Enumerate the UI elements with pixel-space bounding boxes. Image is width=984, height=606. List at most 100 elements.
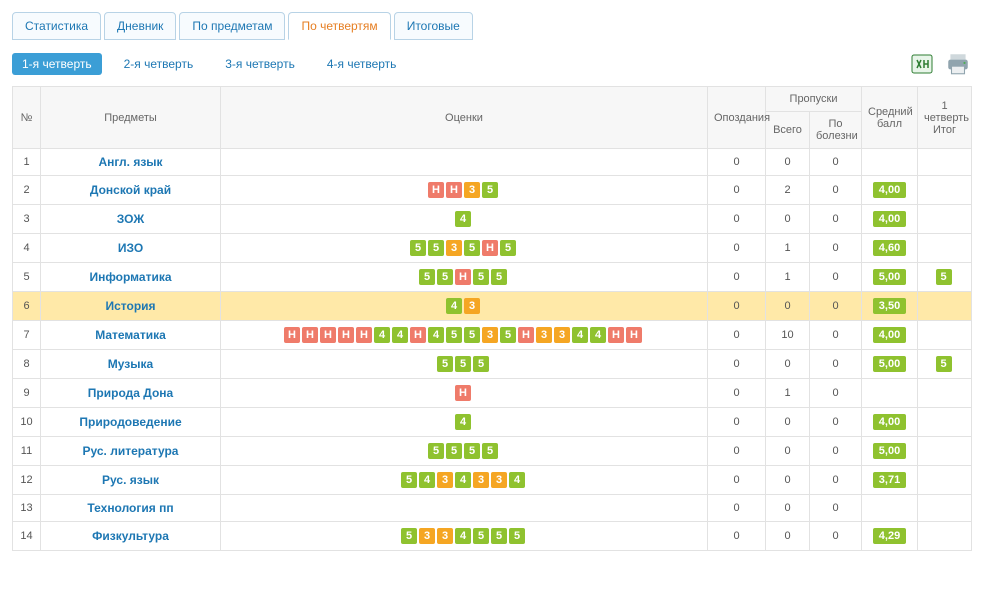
header-final: 1 четверть Итог xyxy=(918,87,972,149)
cell-final xyxy=(918,379,972,408)
table-row: 10Природоведение40004,00 xyxy=(13,408,972,437)
tab-3[interactable]: По четвертям xyxy=(288,12,390,40)
cell-marks: 4 xyxy=(221,408,708,437)
cell-abs_ill: 0 xyxy=(810,149,862,176)
cell-subject: Рус. язык xyxy=(41,466,221,495)
cell-marks xyxy=(221,495,708,522)
cell-avg: 3,50 xyxy=(862,292,918,321)
cell-abs_total: 1 xyxy=(766,263,810,292)
table-row: 4ИЗО5535Н50104,60 xyxy=(13,234,972,263)
mark-badge: 5 xyxy=(446,327,462,343)
avg-badge: 5,00 xyxy=(873,356,906,372)
mark-badge: 3 xyxy=(446,240,462,256)
avg-badge: 4,00 xyxy=(873,414,906,430)
avg-badge: 5,00 xyxy=(873,443,906,459)
mark-badge: 5 xyxy=(437,269,453,285)
cell-subject: Математика xyxy=(41,321,221,350)
header-marks: Оценки xyxy=(221,87,708,149)
avg-badge: 4,00 xyxy=(873,211,906,227)
table-row: 6История430003,50 xyxy=(13,292,972,321)
subject-link[interactable]: Физкультура xyxy=(92,529,169,543)
subtab-quarter-4[interactable]: 4-я четверть xyxy=(317,53,407,75)
subject-link[interactable]: Информатика xyxy=(89,270,171,284)
tab-4[interactable]: Итоговые xyxy=(394,12,473,40)
cell-num: 10 xyxy=(13,408,41,437)
cell-avg: 3,71 xyxy=(862,466,918,495)
subject-link[interactable]: Музыка xyxy=(108,357,153,371)
mark-badge: 4 xyxy=(590,327,606,343)
mark-badge: 5 xyxy=(491,269,507,285)
table-row: 9Природа ДонаН010 xyxy=(13,379,972,408)
excel-icon[interactable] xyxy=(908,50,936,78)
subject-link[interactable]: ЗОЖ xyxy=(117,212,144,226)
cell-subject: ИЗО xyxy=(41,234,221,263)
mark-badge: 3 xyxy=(437,472,453,488)
cell-marks: 5334555 xyxy=(221,522,708,551)
subject-link[interactable]: Рус. литература xyxy=(83,444,179,458)
cell-abs_ill: 0 xyxy=(810,522,862,551)
cell-abs_ill: 0 xyxy=(810,292,862,321)
mark-badge: 5 xyxy=(500,240,516,256)
mark-badge: 4 xyxy=(572,327,588,343)
subject-link[interactable]: Природоведение xyxy=(79,415,181,429)
mark-badge: Н xyxy=(320,327,336,343)
cell-num: 7 xyxy=(13,321,41,350)
mark-badge: 5 xyxy=(473,356,489,372)
cell-marks: НН35 xyxy=(221,176,708,205)
mark-badge: 5 xyxy=(410,240,426,256)
subject-link[interactable]: Математика xyxy=(95,328,166,342)
cell-late: 0 xyxy=(708,205,766,234)
mark-badge: 5 xyxy=(473,528,489,544)
subject-link[interactable]: Технология пп xyxy=(87,501,173,515)
subject-link[interactable]: Природа Дона xyxy=(88,386,173,400)
cell-marks: 555 xyxy=(221,350,708,379)
cell-final: 5 xyxy=(918,263,972,292)
cell-marks: 55Н55 xyxy=(221,263,708,292)
cell-late: 0 xyxy=(708,408,766,437)
subject-link[interactable]: История xyxy=(105,299,155,313)
table-row: 14Физкультура53345550004,29 xyxy=(13,522,972,551)
subtab-quarter-2[interactable]: 2-я четверть xyxy=(114,53,204,75)
cell-marks: 5555 xyxy=(221,437,708,466)
cell-num: 9 xyxy=(13,379,41,408)
cell-abs_total: 0 xyxy=(766,350,810,379)
mark-badge: 3 xyxy=(437,528,453,544)
cell-abs_total: 0 xyxy=(766,495,810,522)
header-subject: Предметы xyxy=(41,87,221,149)
tab-0[interactable]: Статистика xyxy=(12,12,101,40)
subject-link[interactable]: Рус. язык xyxy=(102,473,159,487)
cell-avg: 4,29 xyxy=(862,522,918,551)
mark-badge: Н xyxy=(446,182,462,198)
subject-link[interactable]: ИЗО xyxy=(118,241,143,255)
mark-badge: Н xyxy=(428,182,444,198)
subtab-quarter-3[interactable]: 3-я четверть xyxy=(215,53,305,75)
cell-final: 5 xyxy=(918,350,972,379)
avg-badge: 4,00 xyxy=(873,182,906,198)
mark-badge: 4 xyxy=(455,414,471,430)
cell-abs_total: 0 xyxy=(766,437,810,466)
header-avg: Средний балл xyxy=(862,87,918,149)
export-actions xyxy=(908,50,972,78)
cell-final xyxy=(918,437,972,466)
cell-subject: Музыка xyxy=(41,350,221,379)
cell-late: 0 xyxy=(708,495,766,522)
print-icon[interactable] xyxy=(944,50,972,78)
cell-late: 0 xyxy=(708,263,766,292)
cell-final xyxy=(918,522,972,551)
mark-badge: 4 xyxy=(374,327,390,343)
tab-1[interactable]: Дневник xyxy=(104,12,176,40)
subject-link[interactable]: Англ. язык xyxy=(98,155,162,169)
tab-2[interactable]: По предметам xyxy=(179,12,285,40)
subject-link[interactable]: Донской край xyxy=(90,183,171,197)
cell-final xyxy=(918,321,972,350)
cell-abs_ill: 0 xyxy=(810,205,862,234)
quarter-subtabs: 1-я четверть 2-я четверть 3-я четверть 4-я … xyxy=(12,53,406,75)
cell-avg: 4,60 xyxy=(862,234,918,263)
mark-badge: 5 xyxy=(464,240,480,256)
cell-late: 0 xyxy=(708,466,766,495)
cell-subject: Донской край xyxy=(41,176,221,205)
subtab-quarter-1[interactable]: 1-я четверть xyxy=(12,53,102,75)
mark-badge: Н xyxy=(626,327,642,343)
avg-badge: 3,50 xyxy=(873,298,906,314)
mark-badge: 5 xyxy=(455,356,471,372)
